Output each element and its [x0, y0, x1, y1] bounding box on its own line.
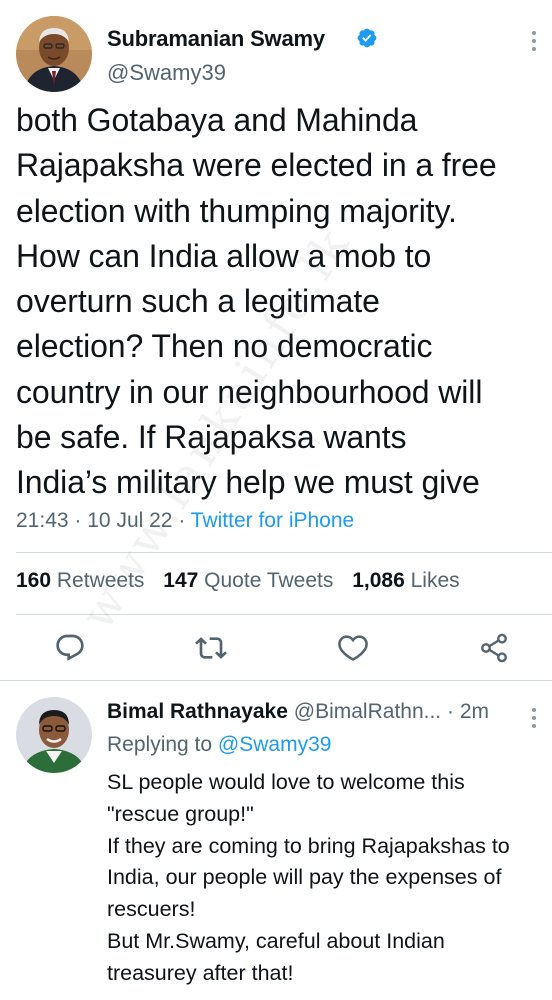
- divider: [16, 552, 552, 553]
- tweet-text-line: overturn such a legitimate: [16, 283, 380, 320]
- retweet-button[interactable]: [195, 632, 227, 664]
- reply-button[interactable]: [54, 632, 86, 664]
- tweet-text-line: both Gotabaya and Mahinda: [16, 102, 418, 138]
- tweet-text-line: election? Then no democratic: [16, 328, 433, 365]
- likes-count: 1,086: [352, 569, 405, 592]
- reply-text-line: "rescue group!": [107, 801, 254, 826]
- likes-stat[interactable]: 1,086 Likes: [352, 569, 459, 592]
- retweet-icon: [195, 637, 227, 659]
- reply-text-line: treasurey after that!: [107, 960, 294, 985]
- reply-text-line: SL people would love to welcome this: [107, 770, 465, 794]
- retweets-label: Retweets: [56, 569, 145, 592]
- main-tweet: Subramanian Swamy @Swamy39 both Gotabaya…: [0, 0, 552, 680]
- like-button[interactable]: [337, 632, 369, 664]
- tweet-meta: 21:43 · 10 Jul 22 · Twitter for iPhone: [16, 509, 354, 533]
- reply-author-name[interactable]: Bimal Rathnayake: [107, 700, 288, 723]
- retweets-stat[interactable]: 160 Retweets: [16, 569, 144, 592]
- reply-text-line: rescuers!: [107, 897, 196, 922]
- meta-separator: ·: [74, 509, 82, 532]
- reply-icon: [56, 634, 84, 661]
- reply-header: Bimal Rathnayake @BimalRathn... · 2m: [107, 700, 489, 724]
- tweet-text-line: India’s military help we must give: [16, 464, 480, 501]
- reply-author-handle[interactable]: @BimalRathn...: [294, 700, 441, 723]
- reply-time[interactable]: 2m: [460, 700, 489, 723]
- tweet-text-line: How can India allow a mob to: [16, 237, 432, 274]
- tweet-source-link[interactable]: Twitter for iPhone: [191, 509, 354, 532]
- quotes-stat[interactable]: 147 Quote Tweets: [163, 569, 333, 592]
- reply-separator: ·: [446, 700, 454, 723]
- verified-badge-icon: [357, 28, 377, 48]
- replying-to: Replying to @Swamy39: [107, 733, 331, 757]
- tweet-text-line: be safe. If Rajapaksa wants: [16, 419, 407, 456]
- meta-separator: ·: [178, 509, 186, 532]
- like-icon: [338, 635, 368, 661]
- author-name[interactable]: Subramanian Swamy: [107, 26, 325, 52]
- tweet-stats: 160 Retweets 147 Quote Tweets 1,086 Like…: [16, 569, 460, 593]
- reply-text-line: But Mr.Swamy, careful about Indian: [107, 928, 445, 953]
- author-handle[interactable]: @Swamy39: [107, 60, 226, 86]
- retweets-count: 160: [16, 569, 52, 592]
- likes-label: Likes: [410, 569, 460, 592]
- reply-tweet[interactable]: Bimal Rathnayake @BimalRathn... · 2m Rep…: [0, 680, 552, 1000]
- tweet-time[interactable]: 21:43: [16, 509, 69, 532]
- reply-more-options-icon[interactable]: [524, 703, 544, 733]
- reply-text-line: If they are coming to bring Rajapakshas …: [107, 833, 510, 858]
- share-button[interactable]: [478, 632, 510, 664]
- reply-text: SL people would love to welcome this "re…: [107, 767, 547, 990]
- tweet-text-line: election with thumping majority.: [16, 192, 457, 229]
- reply-author-avatar[interactable]: [16, 697, 92, 773]
- reply-text-line: India, our people will pay the expenses …: [107, 865, 502, 890]
- divider: [16, 614, 552, 615]
- tweet-text: both Gotabaya and Mahinda Rajapaksha wer…: [16, 98, 546, 506]
- tweet-text-line: Rajapaksha were elected in a free: [16, 147, 497, 184]
- quotes-label: Quote Tweets: [204, 569, 334, 592]
- share-icon: [481, 633, 507, 663]
- author-avatar[interactable]: [16, 16, 92, 92]
- quotes-count: 147: [163, 569, 199, 592]
- tweet-date[interactable]: 10 Jul 22: [87, 509, 172, 532]
- more-options-icon[interactable]: [524, 26, 544, 56]
- replying-to-mention[interactable]: @Swamy39: [218, 733, 332, 756]
- tweet-text-line: country in our neighbourhood will: [16, 373, 483, 410]
- replying-to-label: Replying to: [107, 733, 213, 756]
